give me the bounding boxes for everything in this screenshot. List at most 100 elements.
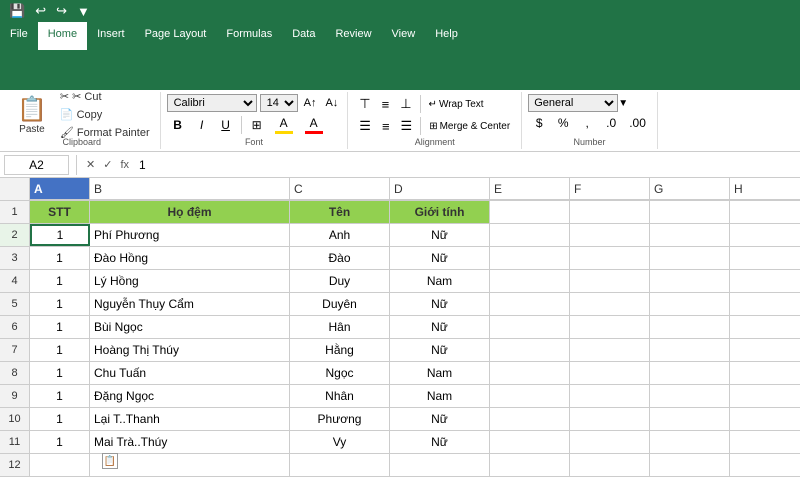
cell-b6[interactable]: Bùi Ngọc [90, 316, 290, 338]
cell-b1[interactable]: Họ đệm [90, 201, 290, 223]
bold-button[interactable]: B [167, 116, 189, 134]
decrease-decimal-button[interactable]: .0 [600, 114, 622, 132]
cell-e2[interactable] [490, 224, 570, 246]
row-number-6[interactable]: 6 [0, 316, 30, 338]
cell-b4[interactable]: Lý Hồng [90, 270, 290, 292]
cell-c5[interactable]: Duyên [290, 293, 390, 315]
cell-g6[interactable] [650, 316, 730, 338]
cell-g8[interactable] [650, 362, 730, 384]
wrap-text-button[interactable]: ↵ Wrap Text [424, 97, 489, 112]
underline-button[interactable]: U [215, 116, 237, 134]
cell-b5[interactable]: Nguyễn Thụy Cẩm [90, 293, 290, 315]
cell-f5[interactable] [570, 293, 650, 315]
row-number-3[interactable]: 3 [0, 247, 30, 269]
cell-a2[interactable]: 1 [30, 224, 90, 246]
cell-d2[interactable]: Nữ [390, 224, 490, 246]
cell-h12[interactable] [730, 454, 800, 476]
row-number-11[interactable]: 11 [0, 431, 30, 453]
cell-f8[interactable] [570, 362, 650, 384]
col-header-c[interactable]: C [290, 178, 390, 200]
cell-h7[interactable] [730, 339, 800, 361]
save-button[interactable]: 💾 [6, 2, 28, 20]
align-left-button[interactable]: ☰ [354, 116, 376, 136]
cell-h2[interactable] [730, 224, 800, 246]
tab-page-layout[interactable]: Page Layout [135, 22, 217, 50]
cell-d11[interactable]: Nữ [390, 431, 490, 453]
cell-a5[interactable]: 1 [30, 293, 90, 315]
paste-options-icon[interactable]: 📋 [102, 453, 118, 469]
cell-a6[interactable]: 1 [30, 316, 90, 338]
col-header-b[interactable]: B [90, 178, 290, 200]
cell-h4[interactable] [730, 270, 800, 292]
cell-a11[interactable]: 1 [30, 431, 90, 453]
cell-a12[interactable] [30, 454, 90, 476]
comma-button[interactable]: , [576, 114, 598, 132]
cell-g5[interactable] [650, 293, 730, 315]
font-color-button[interactable]: A [300, 114, 328, 136]
cell-c11[interactable]: Vy [290, 431, 390, 453]
fill-color-button[interactable]: A [270, 114, 298, 136]
cell-b7[interactable]: Hoàng Thị Thúy [90, 339, 290, 361]
cell-f4[interactable] [570, 270, 650, 292]
cell-e12[interactable] [490, 454, 570, 476]
row-number-7[interactable]: 7 [0, 339, 30, 361]
tab-view[interactable]: View [382, 22, 426, 50]
cell-c10[interactable]: Phương [290, 408, 390, 430]
row-number-8[interactable]: 8 [0, 362, 30, 384]
cell-f11[interactable] [570, 431, 650, 453]
cell-g4[interactable] [650, 270, 730, 292]
cell-e7[interactable] [490, 339, 570, 361]
cell-a7[interactable]: 1 [30, 339, 90, 361]
cell-b8[interactable]: Chu Tuấn [90, 362, 290, 384]
name-box[interactable]: A2 [4, 155, 69, 175]
cell-b10[interactable]: Lại T..Thanh [90, 408, 290, 430]
cell-f3[interactable] [570, 247, 650, 269]
cell-a10[interactable]: 1 [30, 408, 90, 430]
cell-f12[interactable] [570, 454, 650, 476]
cell-c4[interactable]: Duy [290, 270, 390, 292]
redo-button[interactable]: ↪ [53, 2, 70, 20]
cell-c2[interactable]: Anh [290, 224, 390, 246]
cell-f6[interactable] [570, 316, 650, 338]
cell-g3[interactable] [650, 247, 730, 269]
tab-insert[interactable]: Insert [87, 22, 135, 50]
cell-h10[interactable] [730, 408, 800, 430]
align-center-button[interactable]: ≡ [377, 117, 395, 136]
cell-b2[interactable]: Phí Phương [90, 224, 290, 246]
cell-f10[interactable] [570, 408, 650, 430]
font-family-select[interactable]: Calibri [167, 94, 257, 112]
cell-h11[interactable] [730, 431, 800, 453]
cell-e6[interactable] [490, 316, 570, 338]
row-number-5[interactable]: 5 [0, 293, 30, 315]
cell-c1[interactable]: Tên [290, 201, 390, 223]
align-top-button[interactable]: ⊤ [354, 94, 375, 114]
border-button[interactable]: ⊞ [246, 116, 268, 134]
cell-c12[interactable] [290, 454, 390, 476]
col-header-h[interactable]: H [730, 178, 800, 200]
tab-data[interactable]: Data [282, 22, 325, 50]
cell-a9[interactable]: 1 [30, 385, 90, 407]
currency-button[interactable]: $ [528, 114, 550, 132]
cell-e4[interactable] [490, 270, 570, 292]
cell-d12[interactable] [390, 454, 490, 476]
italic-button[interactable]: I [191, 116, 213, 134]
cell-g9[interactable] [650, 385, 730, 407]
cell-d5[interactable]: Nữ [390, 293, 490, 315]
insert-function-button[interactable]: fx [118, 158, 131, 171]
cell-a3[interactable]: 1 [30, 247, 90, 269]
undo-button[interactable]: ↩ [32, 2, 49, 20]
row-number-12[interactable]: 12 [0, 454, 30, 476]
merge-center-button[interactable]: ⊞ Merge & Center [424, 119, 515, 134]
cell-h3[interactable] [730, 247, 800, 269]
cell-c6[interactable]: Hân [290, 316, 390, 338]
align-bottom-button[interactable]: ⊥ [395, 94, 416, 114]
cell-g12[interactable] [650, 454, 730, 476]
cell-f9[interactable] [570, 385, 650, 407]
col-header-f[interactable]: F [570, 178, 650, 200]
cell-h5[interactable] [730, 293, 800, 315]
cell-f7[interactable] [570, 339, 650, 361]
cell-d9[interactable]: Nam [390, 385, 490, 407]
qat-dropdown[interactable]: ▼ [74, 3, 93, 20]
row-number-4[interactable]: 4 [0, 270, 30, 292]
cell-b3[interactable]: Đào Hồng [90, 247, 290, 269]
